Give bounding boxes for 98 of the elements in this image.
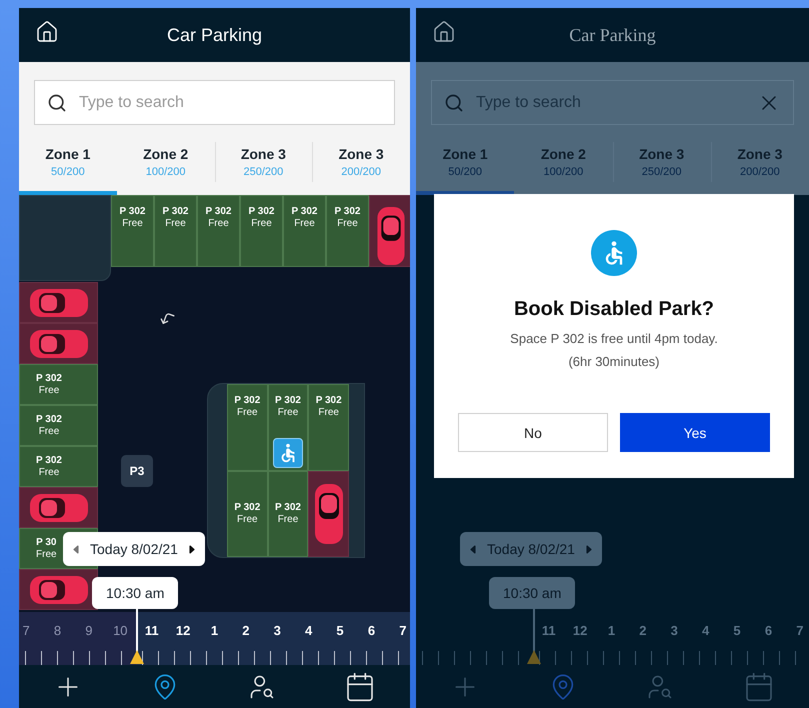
hour-label: 4 (304, 622, 314, 638)
car-icon (28, 574, 88, 604)
time-tooltip: 10:30 am (489, 577, 576, 609)
cancel-button[interactable]: No (458, 413, 608, 452)
hour-label: 8 (52, 622, 62, 638)
search-icon (47, 92, 67, 112)
hour-label: 11 (144, 622, 160, 638)
free-parking-space[interactable]: P 302 Free (197, 195, 240, 267)
hour-label: 9 (84, 622, 94, 638)
space-status: Free (251, 218, 272, 230)
space-number: P 302 (334, 206, 360, 218)
dialog-message: Space P 302 is free until 4pm today. (510, 331, 718, 346)
zone-tab[interactable]: Zone 3 200/200 (312, 140, 410, 195)
hour-label: 7 (398, 622, 408, 638)
free-parking-space[interactable]: P 302 Free (283, 195, 326, 267)
occupied-parking-space[interactable] (19, 569, 98, 610)
free-parking-space[interactable]: P 302 Free (227, 384, 268, 470)
space-number: P 302 (248, 206, 274, 218)
car-icon (376, 206, 406, 266)
hour-label: 12 (174, 622, 192, 638)
dialog-message: (6hr 30minutes) (568, 354, 660, 369)
space-status: Free (337, 218, 358, 230)
space-status: Free (122, 218, 143, 230)
space-status: Free (38, 466, 60, 478)
wheelchair-icon (591, 230, 637, 276)
time-marker[interactable] (130, 609, 144, 664)
time-marker[interactable] (527, 609, 541, 664)
screen-title: Car Parking (568, 24, 657, 46)
free-parking-space[interactable]: P 302 Free (308, 384, 349, 470)
car-icon (28, 288, 88, 318)
person-search-icon[interactable] (248, 672, 276, 700)
hour-label: 1 (210, 622, 220, 638)
hour-label: 12 (572, 622, 588, 638)
hour-label: 2 (241, 622, 250, 638)
car-icon (28, 328, 88, 358)
space-status: Free (38, 426, 60, 438)
space-number: P 302 (234, 395, 260, 407)
free-parking-space[interactable]: P 302 Free (326, 195, 369, 267)
space-number: P 302 (316, 395, 342, 407)
space-number: P 302 (36, 454, 62, 466)
free-parking-space[interactable]: P 302 Free (154, 195, 197, 267)
hour-label: 6 (366, 622, 376, 638)
curved-arrow-icon (159, 311, 175, 327)
hour-label: 5 (335, 622, 345, 638)
space-status: Free (278, 514, 298, 526)
time-tooltip: 10:30 am (92, 577, 178, 609)
space-number: P 302 (36, 372, 62, 384)
hour-label: 1 (606, 622, 616, 638)
space-number: P 30 (36, 536, 56, 548)
space-number: P 302 (275, 502, 301, 514)
space-status: Free (294, 218, 315, 230)
space-number: P 302 (36, 414, 62, 426)
hour-label: 7 (22, 622, 31, 638)
wheelchair-icon[interactable] (272, 438, 303, 468)
space-number: P 302 (292, 206, 318, 218)
space-status: Free (208, 218, 229, 230)
home-icon[interactable] (432, 20, 456, 44)
free-parking-space[interactable]: P 302 Free (268, 470, 308, 557)
free-parking-space[interactable]: P 302 Free (240, 195, 283, 267)
car-icon (28, 492, 88, 522)
free-parking-space[interactable]: P 302 Free (19, 364, 98, 405)
zone-tab[interactable]: Zone 2 100/200 (116, 140, 214, 195)
dialog-title: Book Disabled Park? (514, 298, 714, 321)
zone-tab[interactable]: Zone 3 250/200 (214, 140, 312, 195)
zone-marker: P3 (121, 455, 153, 487)
hour-label: 6 (764, 622, 774, 638)
space-status: Free (278, 407, 298, 419)
car-icon (314, 482, 344, 545)
hour-label: 3 (670, 622, 679, 638)
search-input[interactable]: Type to search (77, 92, 382, 112)
space-number: P 302 (162, 206, 188, 218)
confirm-button[interactable]: Yes (620, 413, 770, 452)
free-parking-space[interactable]: P 302 Free (19, 446, 98, 487)
space-number: P 302 (275, 395, 301, 407)
space-status: Free (237, 514, 258, 526)
hour-label: 5 (732, 622, 742, 638)
hour-label: 2 (638, 622, 648, 638)
hour-label: 3 (272, 622, 282, 638)
space-number: P 302 (234, 502, 260, 514)
home-icon[interactable] (35, 20, 59, 44)
hour-label: 4 (701, 622, 710, 638)
free-parking-space[interactable]: P 302 Free (268, 384, 308, 470)
search-icon (444, 92, 464, 112)
space-status: Free (237, 407, 258, 419)
space-number: P 302 (206, 206, 232, 218)
hour-label: 11 (540, 622, 557, 638)
screen-title: Car Parking (166, 24, 264, 46)
space-number: P 302 (120, 206, 146, 218)
space-status: Free (165, 218, 186, 230)
free-parking-space[interactable]: P 302 Free (19, 405, 98, 446)
space-status: Free (38, 384, 60, 396)
free-parking-space[interactable]: P 302 Free (111, 195, 154, 267)
space-status: Free (36, 548, 57, 560)
free-parking-space[interactable]: P 302 Free (227, 470, 268, 557)
date-label: Today 8/02/21 (487, 541, 575, 557)
space-status: Free (318, 407, 339, 419)
hour-label: 7 (795, 622, 804, 638)
hour-label: 10 (112, 622, 129, 638)
